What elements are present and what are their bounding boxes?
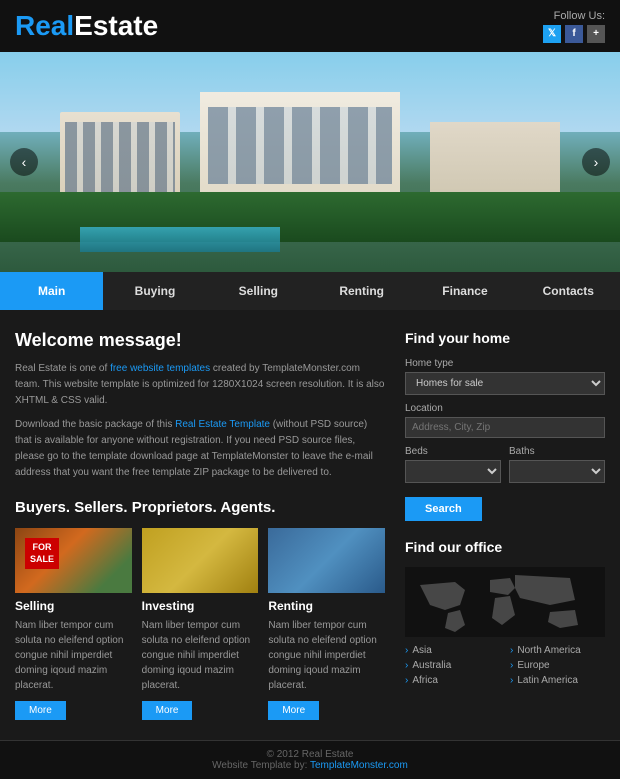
office-col-1: Asia Australia Africa (405, 645, 500, 690)
facebook-icon[interactable]: f (565, 25, 583, 43)
search-button[interactable]: Search (405, 497, 482, 521)
beds-select[interactable]: 1234+ (405, 460, 501, 483)
region-australia: Australia (405, 660, 500, 671)
location-label: Location (405, 403, 605, 414)
home-type-label: Home type (405, 358, 605, 369)
find-home-title: Find your home (405, 330, 605, 346)
follow-us: Follow Us: 𝕏 f + (543, 10, 605, 43)
investing-card-text: Nam liber tempor cum soluta no eleifend … (142, 618, 259, 693)
nav-item-finance[interactable]: Finance (413, 272, 516, 310)
beds-baths-group: Beds 1234+ Baths 1234+ (405, 446, 605, 491)
investing-card-label: Investing (142, 599, 259, 613)
follow-us-label: Follow Us: (543, 10, 605, 22)
social-icons: 𝕏 f + (543, 25, 605, 43)
hero-slider: ‹ › (0, 52, 620, 272)
world-map-svg (410, 570, 600, 635)
baths-select[interactable]: 1234+ (509, 460, 605, 483)
renting-card: Renting Nam liber tempor cum soluta no e… (268, 528, 385, 720)
cards-container: Selling Nam liber tempor cum soluta no e… (15, 528, 385, 720)
welcome-para2: Download the basic package of this Real … (15, 417, 385, 481)
investing-card: Investing Nam liber tempor cum soluta no… (142, 528, 259, 720)
location-group: Location (405, 403, 605, 438)
nav-item-renting[interactable]: Renting (310, 272, 413, 310)
region-north-america: North America (510, 645, 605, 656)
selling-card-label: Selling (15, 599, 132, 613)
office-regions: Asia Australia Africa North America Euro… (405, 645, 605, 690)
region-africa: Africa (405, 675, 500, 686)
nav-item-selling[interactable]: Selling (207, 272, 310, 310)
renting-card-label: Renting (268, 599, 385, 613)
footer: © 2012 Real Estate Website Template by: … (0, 740, 620, 779)
main-nav: Main Buying Selling Renting Finance Cont… (0, 272, 620, 310)
section-title: Buyers. Sellers. Proprietors. Agents. (15, 499, 385, 516)
home-type-select[interactable]: Homes for sale (405, 372, 605, 395)
beds-group: Beds 1234+ (405, 446, 501, 483)
welcome-title: Welcome message! (15, 330, 385, 351)
welcome-para1: Real Estate is one of free website templ… (15, 361, 385, 409)
googleplus-icon[interactable]: + (587, 25, 605, 43)
region-latin-america: Latin America (510, 675, 605, 686)
baths-group: Baths 1234+ (509, 446, 605, 483)
beds-label: Beds (405, 446, 501, 457)
main-content: Welcome message! Real Estate is one of f… (0, 310, 620, 740)
baths-label: Baths (509, 446, 605, 457)
renting-card-image (268, 528, 385, 593)
real-estate-template-link[interactable]: Real Estate Template (175, 419, 270, 430)
logo: RealEstate (15, 6, 158, 46)
location-input[interactable] (405, 417, 605, 438)
selling-card-image (15, 528, 132, 593)
logo-estate: Estate (74, 10, 158, 41)
world-map (405, 567, 605, 637)
footer-credit: Website Template by: TemplateMonster.com (8, 760, 612, 771)
logo-text: RealEstate (15, 10, 158, 41)
header: RealEstate Follow Us: 𝕏 f + (0, 0, 620, 52)
main-column: Welcome message! Real Estate is one of f… (15, 330, 385, 720)
twitter-icon[interactable]: 𝕏 (543, 25, 561, 43)
nav-item-contacts[interactable]: Contacts (517, 272, 620, 310)
home-type-group: Home type Homes for sale (405, 358, 605, 395)
renting-card-text: Nam liber tempor cum soluta no eleifend … (268, 618, 385, 693)
slider-next-button[interactable]: › (582, 148, 610, 176)
slider-prev-button[interactable]: ‹ (10, 148, 38, 176)
selling-more-button[interactable]: More (15, 701, 66, 720)
office-section: Find our office (405, 539, 605, 690)
region-europe: Europe (510, 660, 605, 671)
selling-card: Selling Nam liber tempor cum soluta no e… (15, 528, 132, 720)
sidebar: Find your home Home type Homes for sale … (405, 330, 605, 720)
nav-item-main[interactable]: Main (0, 272, 103, 310)
renting-more-button[interactable]: More (268, 701, 319, 720)
pool (80, 227, 280, 252)
logo-real: Real (15, 10, 74, 41)
templatemonster-link[interactable]: TemplateMonster.com (310, 760, 408, 771)
selling-card-text: Nam liber tempor cum soluta no eleifend … (15, 618, 132, 693)
region-asia: Asia (405, 645, 500, 656)
footer-copyright: © 2012 Real Estate (8, 749, 612, 760)
office-title: Find our office (405, 539, 605, 555)
nav-item-buying[interactable]: Buying (103, 272, 206, 310)
investing-more-button[interactable]: More (142, 701, 193, 720)
investing-card-image (142, 528, 259, 593)
office-col-2: North America Europe Latin America (510, 645, 605, 690)
free-templates-link[interactable]: free website templates (110, 363, 210, 374)
